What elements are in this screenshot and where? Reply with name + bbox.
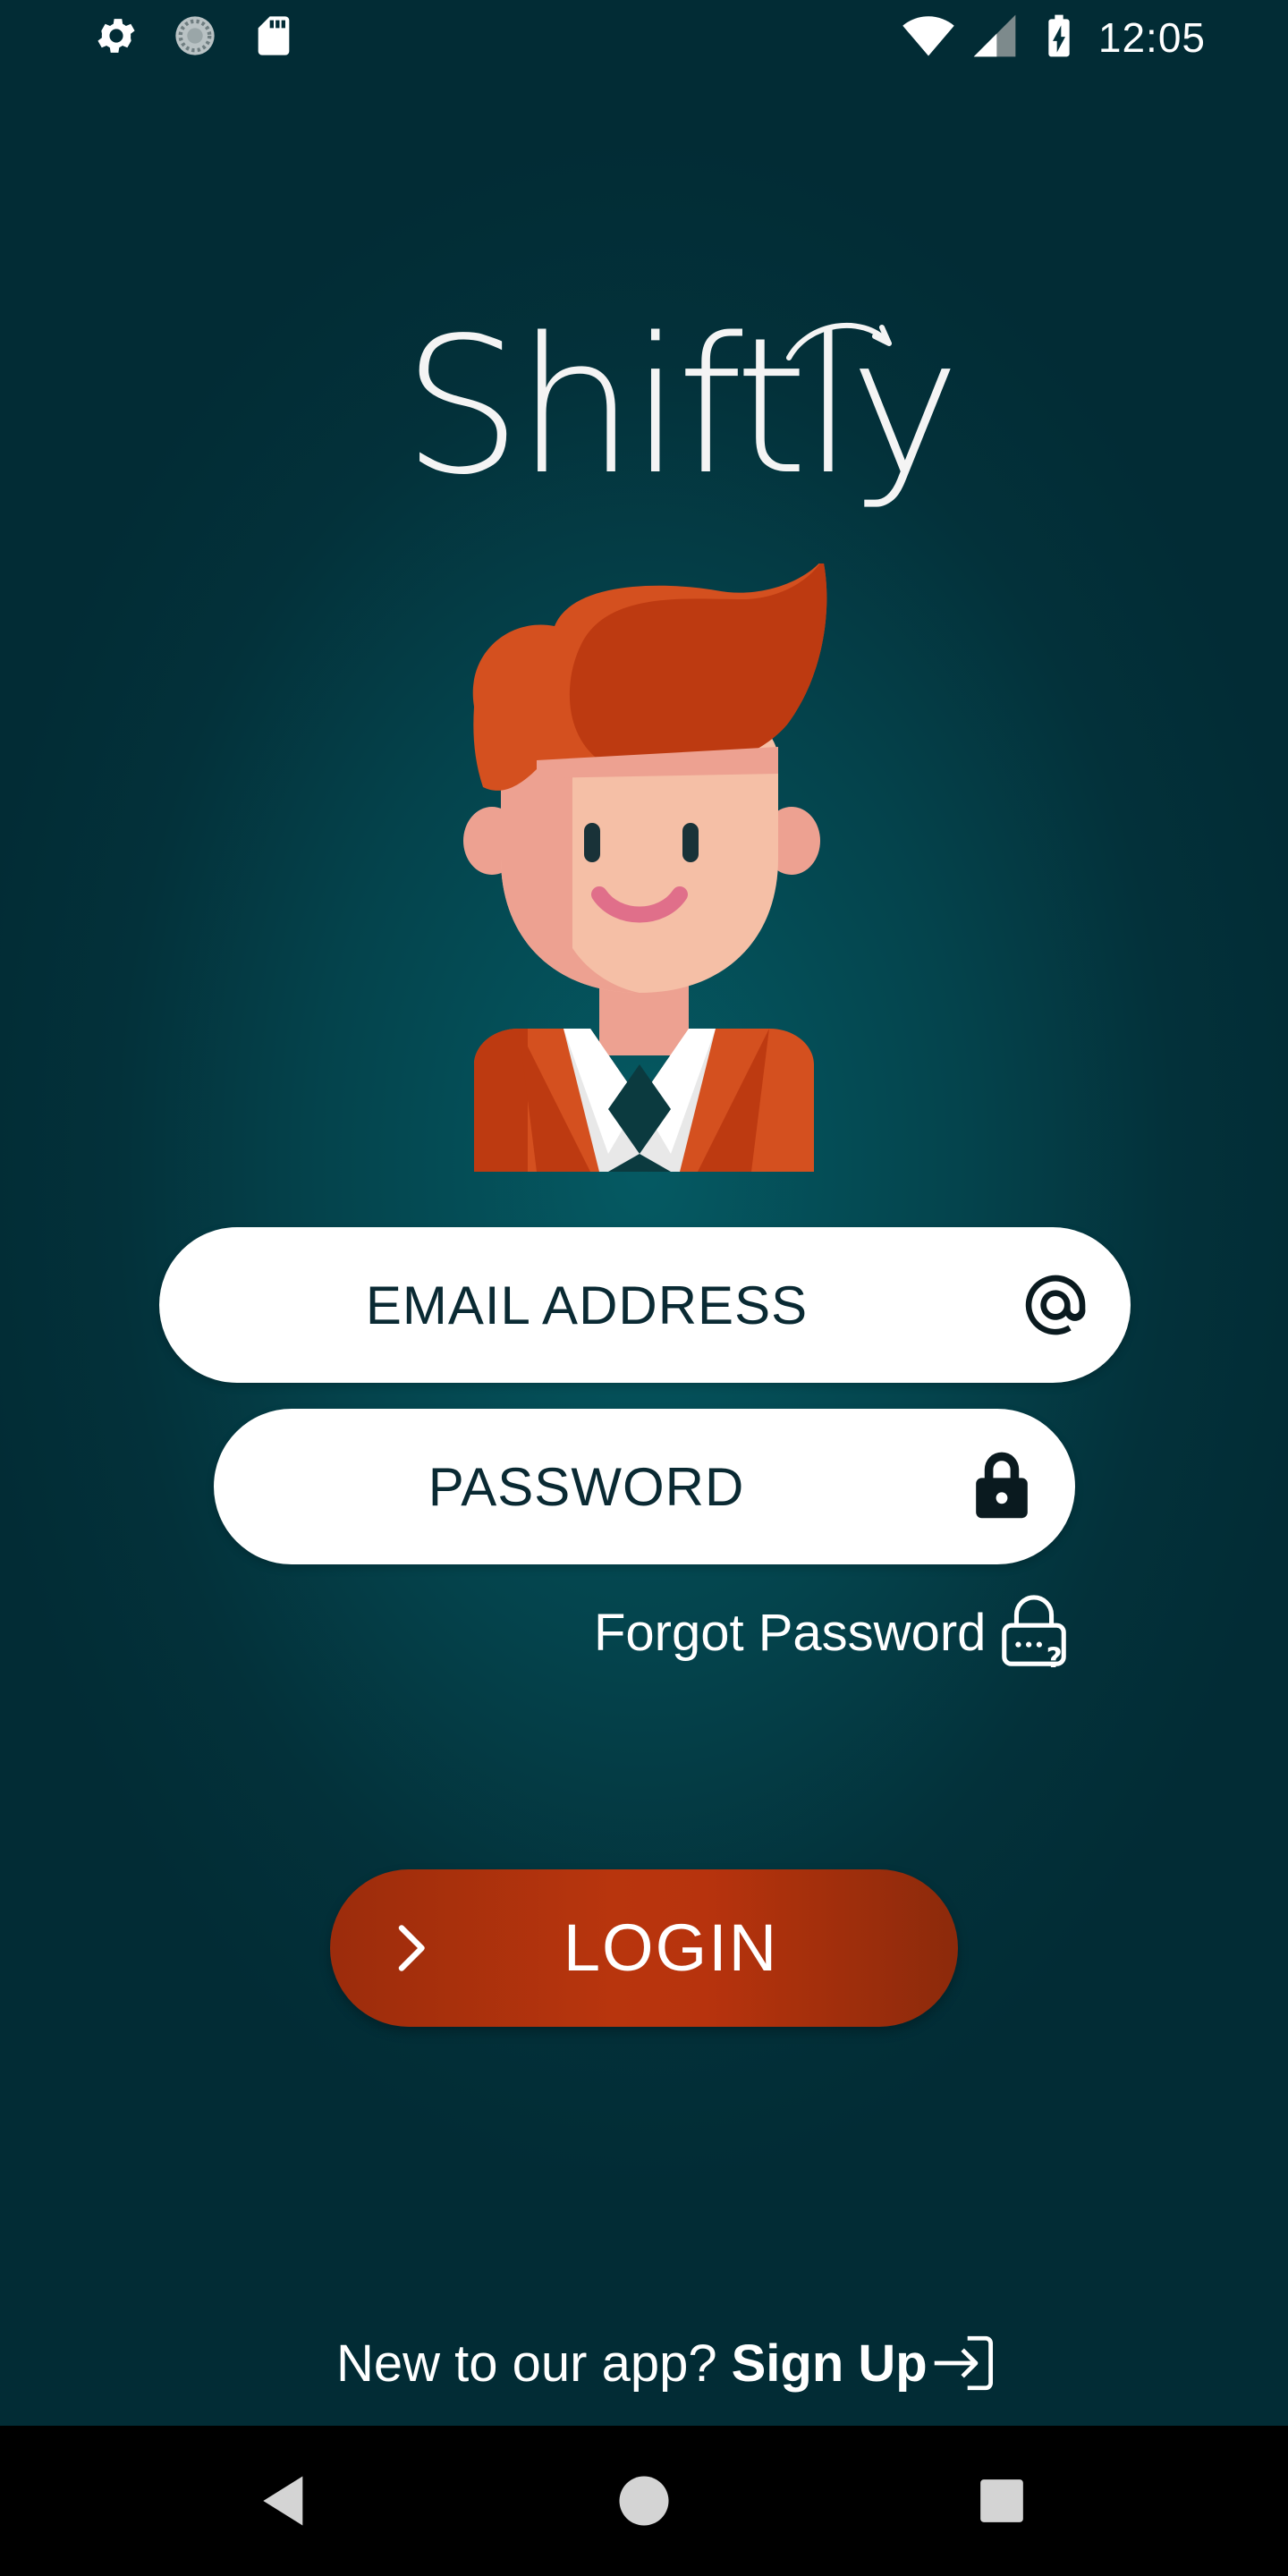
sync-icon: [172, 13, 218, 59]
home-icon[interactable]: [605, 2462, 683, 2540]
system-nav-bar: [0, 2426, 1288, 2576]
sign-in-arrow-icon[interactable]: [931, 2330, 997, 2396]
lock-icon: [973, 1451, 1030, 1522]
login-button-label: LOGIN: [563, 1911, 779, 1985]
sd-card-icon: [250, 13, 297, 59]
signup-row: New to our app? Sign Up: [336, 2327, 997, 2399]
settings-icon: [93, 13, 140, 59]
status-bar: 12:05: [0, 0, 1288, 75]
forgot-password-lock-icon: ?: [998, 1594, 1070, 1674]
email-input[interactable]: [159, 1227, 1131, 1383]
password-input[interactable]: [214, 1409, 1075, 1564]
at-sign-icon: [1020, 1269, 1091, 1341]
login-button[interactable]: LOGIN: [330, 1869, 958, 2027]
forgot-password-label: Forgot Password: [594, 1603, 987, 1662]
shiftly-logo: Shiftly: [402, 295, 961, 519]
svg-text:?: ?: [1046, 1642, 1063, 1671]
signup-link[interactable]: Sign Up: [732, 2334, 928, 2394]
user-avatar-illustration: [456, 559, 832, 1172]
recents-icon[interactable]: [962, 2462, 1041, 2540]
forgot-password-link[interactable]: Forgot Password ?: [594, 1594, 1070, 1674]
wifi-icon: [902, 9, 955, 67]
status-time: 12:05: [1097, 14, 1206, 61]
login-screen: 12:05 Shiftly EMAIL ADDRESS Forgot Passw…: [0, 0, 1288, 2426]
battery-charging-icon: [1034, 11, 1084, 65]
back-icon[interactable]: [247, 2462, 326, 2540]
logo-swirl-icon: [786, 322, 892, 360]
signup-prompt: New to our app?: [336, 2334, 717, 2393]
cellular-signal-icon: [970, 11, 1020, 65]
password-field[interactable]: [214, 1409, 1075, 1564]
email-field[interactable]: [159, 1227, 1131, 1383]
